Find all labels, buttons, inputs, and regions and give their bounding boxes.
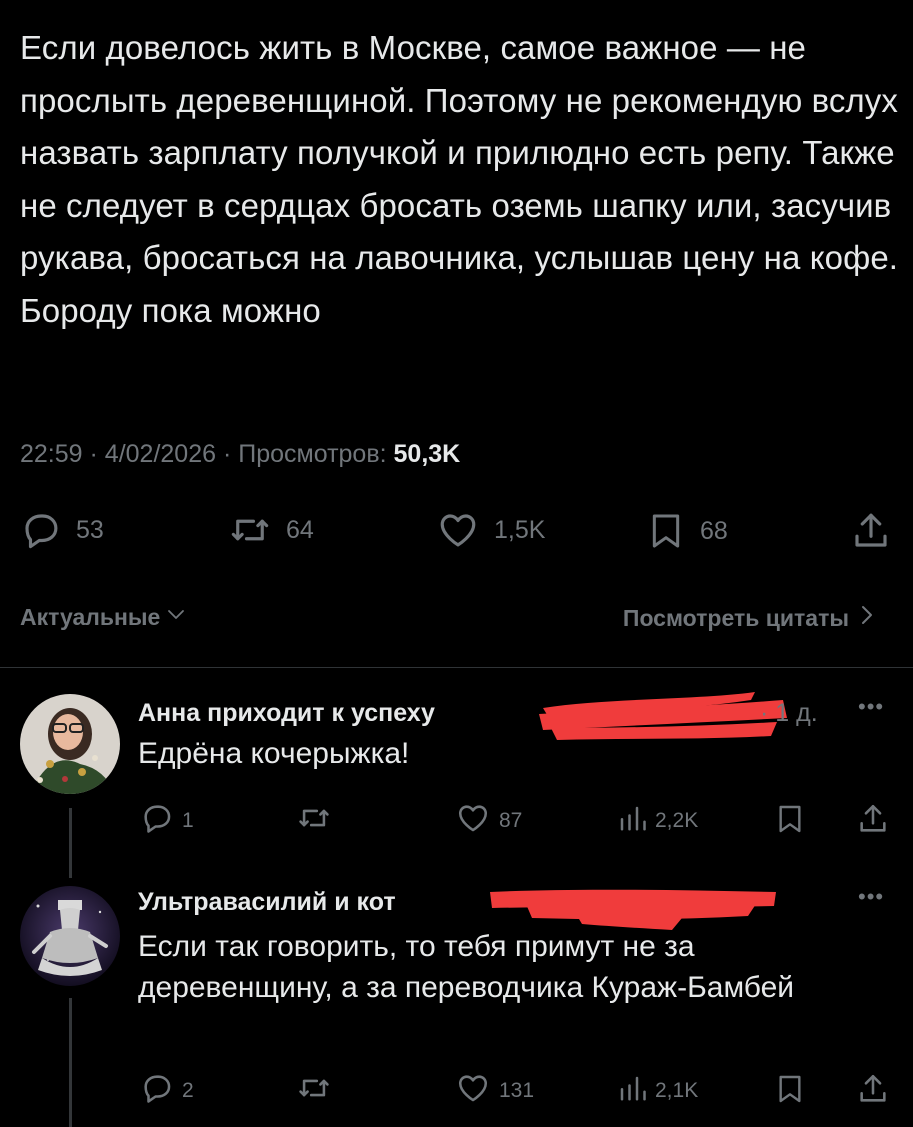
- bookmark-icon: [774, 801, 806, 843]
- views-button[interactable]: 2,2K: [617, 801, 698, 841]
- sort-label: Актуальные: [20, 603, 161, 630]
- repost-button[interactable]: 64: [228, 509, 314, 551]
- share-icon: [856, 801, 890, 843]
- reply-text: Если так говорить, то тебя примут не за …: [138, 930, 795, 1004]
- like-count: 87: [499, 809, 523, 832]
- bookmark-icon: [774, 1071, 806, 1113]
- thread-line: [69, 808, 72, 878]
- views-icon: [617, 1071, 647, 1111]
- repost-icon: [296, 801, 332, 841]
- tweet-action-bar: 53 64 1,5K 68: [0, 505, 913, 555]
- like-button[interactable]: 131: [455, 1071, 534, 1111]
- more-icon[interactable]: •••: [858, 694, 884, 720]
- tweet-time[interactable]: 22:59: [20, 440, 83, 468]
- share-button[interactable]: [856, 1071, 890, 1113]
- reply-time[interactable]: · 1 д.: [760, 699, 818, 728]
- views-button[interactable]: 2,1K: [617, 1071, 698, 1111]
- reply-icon: [140, 801, 174, 841]
- share-button[interactable]: [856, 801, 890, 843]
- avatar[interactable]: [20, 694, 120, 794]
- views-count: 2,2K: [655, 809, 699, 832]
- reply-text: Едрёна кочерыжка!: [138, 737, 410, 770]
- share-icon: [850, 509, 892, 553]
- chevron-down-icon: [164, 602, 188, 632]
- like-count: 1,5K: [494, 515, 546, 544]
- reply-icon: [20, 509, 62, 551]
- reply-icon: [140, 1071, 174, 1111]
- reply-author-name[interactable]: Анна приходит к успеху: [138, 699, 435, 728]
- like-icon: [436, 509, 480, 551]
- reply-time-value: 1 д.: [775, 699, 818, 727]
- views-icon: [617, 801, 647, 841]
- tweet-date[interactable]: 4/02/2026: [105, 440, 216, 468]
- view-quotes-label: Посмотреть цитаты: [622, 604, 849, 631]
- like-count: 131: [499, 1079, 535, 1102]
- repost-button[interactable]: [296, 801, 340, 841]
- repost-count: 64: [286, 515, 314, 544]
- share-icon: [856, 1071, 890, 1113]
- like-icon: [455, 1071, 491, 1111]
- repost-icon: [228, 509, 272, 551]
- reply-button[interactable]: 1: [140, 801, 194, 841]
- share-button[interactable]: [850, 509, 892, 553]
- bookmark-button[interactable]: [774, 1071, 806, 1113]
- more-icon[interactable]: •••: [858, 884, 884, 910]
- repost-button[interactable]: [296, 1071, 340, 1111]
- like-icon: [455, 801, 491, 841]
- tweet-meta: 22:59 · 4/02/2026 · Просмотров: 50,3K: [20, 440, 461, 468]
- view-quotes-link[interactable]: Посмотреть цитаты: [623, 602, 877, 634]
- reply-button[interactable]: 2: [140, 1071, 194, 1111]
- reply-item[interactable]: Анна приходит к успеху · 1 д. ••• Едрёна…: [0, 668, 913, 878]
- replies-filter-row: Актуальные Посмотреть цитаты: [20, 602, 877, 636]
- sort-dropdown[interactable]: Актуальные: [20, 602, 188, 632]
- bookmark-count: 68: [700, 516, 728, 545]
- like-button[interactable]: 1,5K: [436, 509, 545, 551]
- repost-icon: [296, 1071, 332, 1111]
- reply-count: 2: [182, 1079, 194, 1102]
- tweet-text: Если довелось жить в Москве, самое важно…: [20, 29, 899, 329]
- reply-count: 1: [182, 809, 194, 832]
- reply-button[interactable]: 53: [20, 509, 104, 551]
- reply-count: 53: [76, 515, 104, 544]
- views-count: 50,3K: [393, 440, 461, 468]
- reply-author-name[interactable]: Ультравасилий и кот: [138, 888, 396, 917]
- like-button[interactable]: 87: [455, 801, 522, 841]
- avatar[interactable]: [20, 886, 120, 986]
- chevron-right-icon: [857, 602, 877, 634]
- bookmark-button[interactable]: [774, 801, 806, 843]
- views-label: Просмотров:: [238, 440, 387, 468]
- reply-item[interactable]: Ультравасилий и кот ••• Если так говорит…: [0, 878, 913, 1127]
- views-count: 2,1K: [655, 1079, 699, 1102]
- bookmark-button[interactable]: 68: [646, 509, 728, 553]
- thread-line: [69, 998, 72, 1127]
- bookmark-icon: [646, 509, 686, 553]
